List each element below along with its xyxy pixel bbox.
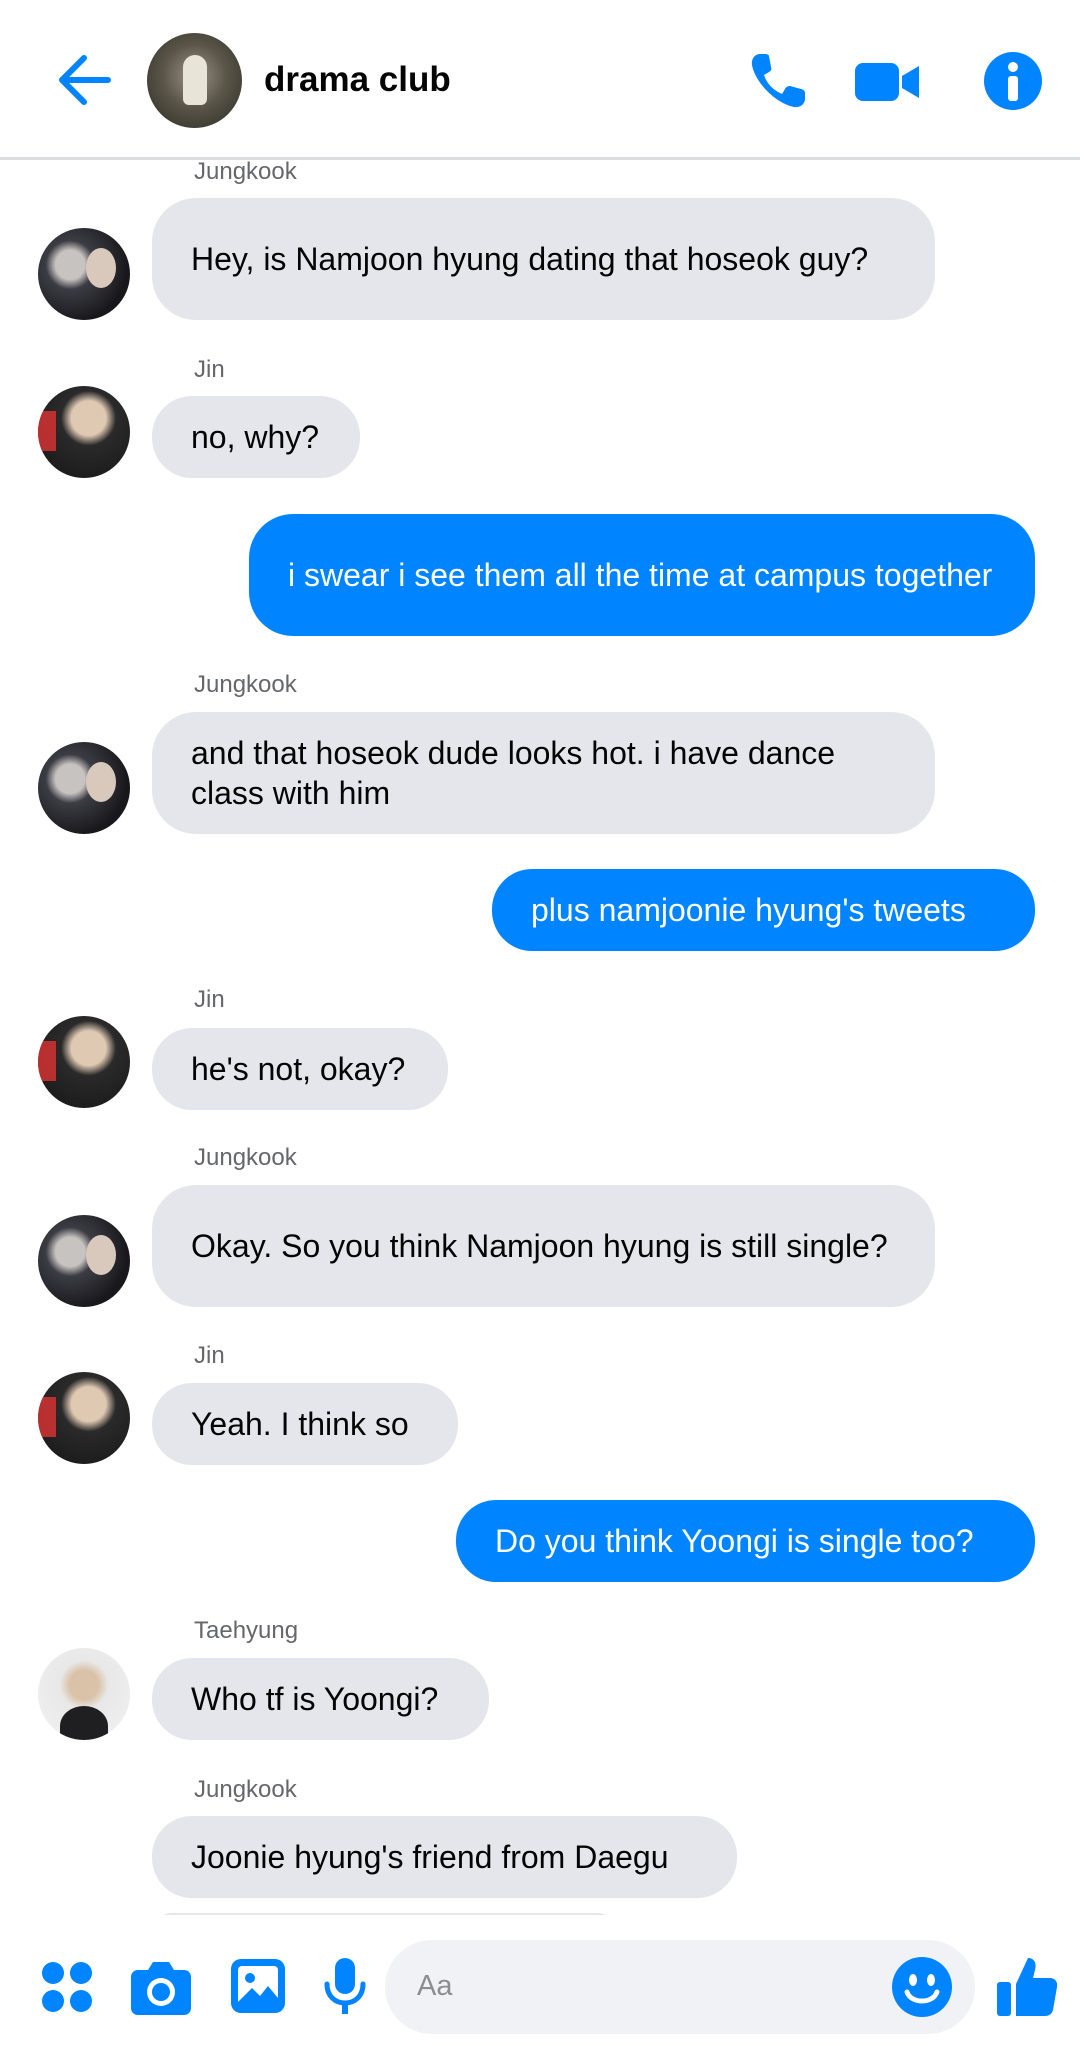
sender-name: Jungkook xyxy=(194,158,297,185)
message-bubble[interactable]: i swear i see them all the time at campu… xyxy=(249,514,1035,636)
avatar[interactable] xyxy=(38,386,130,478)
arrow-left-icon[interactable] xyxy=(50,48,114,112)
sender-name: Taehyung xyxy=(194,1617,299,1644)
sender-name: Jungkook xyxy=(194,1144,297,1171)
message-bubble[interactable]: Hey, is Namjoon hyung dating that hoseok… xyxy=(152,198,935,320)
camera-icon[interactable] xyxy=(130,1958,192,2016)
video-camera-icon[interactable] xyxy=(853,48,919,114)
message-bubble[interactable]: he's not, okay? xyxy=(152,1028,448,1110)
smiley-icon[interactable] xyxy=(891,1956,953,2018)
microphone-icon[interactable] xyxy=(323,1956,367,2018)
message-bubble[interactable]: and that hoseok dude looks hot. i have d… xyxy=(152,712,935,834)
avatar[interactable] xyxy=(38,1215,130,1307)
avatar[interactable] xyxy=(38,1648,130,1740)
message-input-placeholder: Aa xyxy=(417,1970,453,2002)
chat-header: drama club xyxy=(0,0,1080,160)
info-icon[interactable] xyxy=(980,48,1046,114)
chat-title[interactable]: drama club xyxy=(264,60,451,100)
thumbs-up-icon[interactable] xyxy=(996,1954,1058,2018)
message-bubble[interactable]: no, why? xyxy=(152,396,360,478)
message-bubble[interactable]: Who tf is Yoongi? xyxy=(152,1658,489,1740)
message-bubble[interactable]: Okay. So you think Namjoon hyung is stil… xyxy=(152,1185,935,1307)
avatar[interactable] xyxy=(38,742,130,834)
avatar[interactable] xyxy=(38,1016,130,1108)
group-avatar[interactable] xyxy=(147,33,242,128)
image-icon[interactable] xyxy=(230,1958,286,2014)
phone-icon[interactable] xyxy=(745,48,811,114)
message-input[interactable]: Aa xyxy=(385,1940,975,2034)
avatar[interactable] xyxy=(38,228,130,320)
sender-name: Jungkook xyxy=(194,1776,297,1803)
sender-name: Jin xyxy=(194,1342,225,1369)
message-bubble[interactable]: Yeah. I think so xyxy=(152,1383,458,1465)
sender-name: Jin xyxy=(194,356,225,383)
four-dots-icon[interactable] xyxy=(40,1960,94,2014)
sender-name: Jin xyxy=(194,986,225,1013)
message-bubble[interactable]: Do you think Yoongi is single too? xyxy=(456,1500,1035,1582)
message-bubble[interactable]: Joonie hyung's friend from Daegu xyxy=(152,1816,737,1898)
sender-name: Jungkook xyxy=(194,671,297,698)
message-bubble[interactable]: plus namjoonie hyung's tweets xyxy=(492,869,1035,951)
avatar[interactable] xyxy=(38,1372,130,1464)
